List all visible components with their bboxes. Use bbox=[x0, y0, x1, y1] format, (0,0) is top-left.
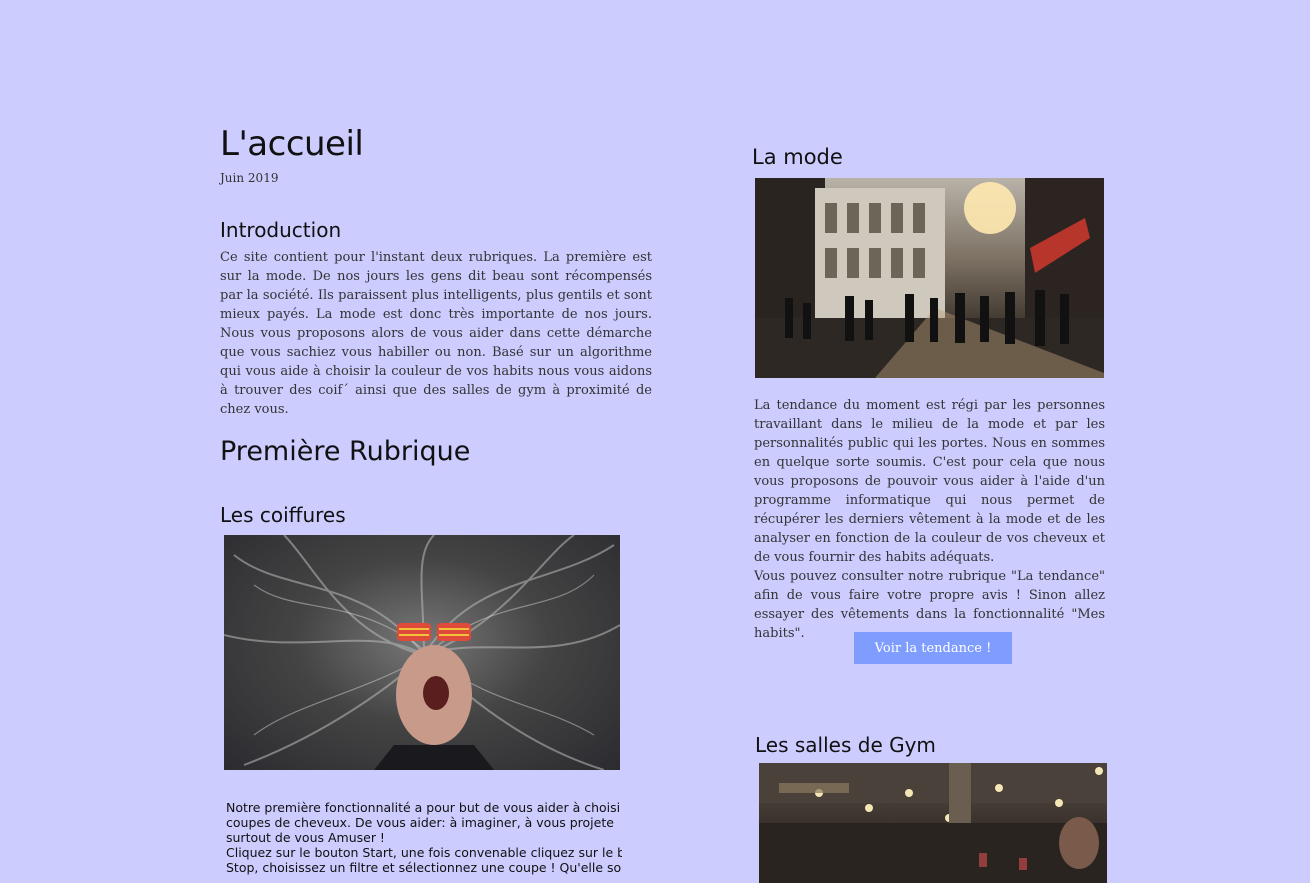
publish-date: Juin 2019 bbox=[220, 171, 279, 185]
street-photo-illustration bbox=[755, 178, 1104, 378]
coiffures-line: surtout de vous Amuser ! bbox=[226, 830, 385, 845]
intro-paragraph: Ce site contient pour l'instant deux rub… bbox=[220, 250, 652, 417]
intro-heading: Introduction bbox=[220, 218, 342, 242]
section-heading-premiere-rubrique: Première Rubrique bbox=[220, 436, 471, 467]
mode-heading: La mode bbox=[752, 145, 843, 169]
coiffures-line: coupes de cheveux. De vous aider: à imag… bbox=[226, 815, 614, 830]
gym-photo-illustration bbox=[759, 763, 1107, 883]
coiffures-line: Cliquez sur le bouton Start, une fois co… bbox=[226, 845, 622, 860]
page-title: L'accueil bbox=[220, 124, 364, 164]
street-photo bbox=[755, 178, 1104, 378]
mode-text-2: Vous pouvez consulter notre rubrique "La… bbox=[754, 569, 1105, 641]
mode-paragraph: La tendance du moment est régi par les p… bbox=[754, 396, 1105, 643]
mode-text-1: La tendance du moment est régi par les p… bbox=[754, 398, 1105, 565]
coiffures-line: Notre première fonctionnalité a pour but… bbox=[226, 800, 621, 815]
coiffures-paragraph: Notre première fonctionnalité a pour but… bbox=[226, 800, 622, 875]
voir-tendance-button[interactable]: Voir la tendance ! bbox=[854, 632, 1012, 664]
coiffures-line: Stop, choisissez un filtre et sélectionn… bbox=[226, 860, 622, 875]
gym-heading: Les salles de Gym bbox=[755, 733, 936, 757]
coiffures-heading: Les coiffures bbox=[220, 503, 346, 527]
coiffure-photo bbox=[224, 535, 620, 770]
hair-photo-illustration bbox=[224, 535, 620, 770]
gym-photo bbox=[759, 763, 1107, 883]
